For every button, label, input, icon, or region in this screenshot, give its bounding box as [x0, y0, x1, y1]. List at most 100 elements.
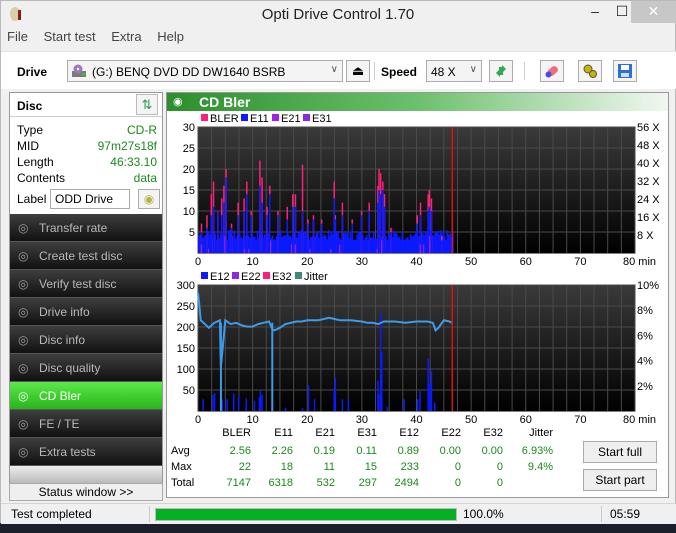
- e11-bar: [206, 227, 208, 253]
- app-window: Opti Drive Control 1.70 – ☐ ✕ File Start…: [0, 0, 676, 524]
- save-button[interactable]: [613, 60, 637, 82]
- stats-row-label: Max: [171, 461, 192, 473]
- legend-label: E31: [312, 113, 332, 125]
- menu-help[interactable]: Help: [157, 29, 184, 44]
- speed-select[interactable]: 48 X ∨: [426, 60, 482, 82]
- y2-tick-label: 6%: [637, 330, 653, 342]
- nav-item-disc-quality[interactable]: ◎ Disc quality: [10, 354, 162, 382]
- settings-button[interactable]: [578, 60, 602, 82]
- y2-tick-label: 8%: [637, 305, 653, 317]
- e11-bar: [312, 219, 315, 253]
- close-button[interactable]: ✕: [631, 1, 676, 23]
- e12-bar: [347, 399, 350, 411]
- nav-item-cd-bler[interactable]: ◎ CD Bler: [10, 382, 162, 410]
- start-part-button[interactable]: Start part: [583, 469, 657, 491]
- e21-bar: [224, 236, 226, 253]
- e11-bar: [250, 215, 252, 253]
- e12-bar: [259, 390, 262, 411]
- menu-start-test[interactable]: Start test: [44, 29, 96, 44]
- y2-tick-label: 24 X: [637, 194, 660, 206]
- e31-bar: [248, 248, 250, 253]
- e31-bar: [376, 248, 378, 253]
- e11-bar: [277, 215, 279, 253]
- e12-bar: [380, 352, 383, 411]
- disc-label-row: Label ODD Drive ◉: [17, 189, 161, 209]
- stats-value: 0: [454, 461, 461, 473]
- legend-label: E22: [241, 271, 261, 283]
- x-tick-label: 40: [410, 414, 422, 426]
- y-tick-label: 20: [183, 164, 195, 176]
- nav-label: Transfer rate: [39, 221, 108, 235]
- nav-item-extra-tests[interactable]: ◎ Extra tests: [10, 438, 162, 466]
- disc-refresh-button[interactable]: ⇅: [136, 94, 158, 115]
- nav-label: CD Bler: [39, 389, 82, 403]
- x-tick-label: 20: [301, 414, 313, 426]
- disc-label-input[interactable]: ODD Drive: [50, 189, 130, 209]
- stats-col-header: E21: [315, 427, 335, 439]
- y2-tick-label: 16 X: [637, 212, 660, 224]
- e11-bar: [261, 202, 263, 253]
- e11-bar: [237, 215, 239, 253]
- y2-tick-label: 2%: [637, 381, 653, 393]
- stats-value: 0.89: [397, 445, 419, 457]
- x-tick-label: 20: [301, 256, 313, 268]
- e12-bar: [419, 390, 421, 411]
- disc-tool-icon: ◎: [18, 305, 29, 319]
- menu-file[interactable]: File: [7, 29, 28, 44]
- e12-bar: [202, 399, 204, 411]
- refresh-speed-button[interactable]: [489, 60, 513, 82]
- cd-icon: ◉: [143, 192, 155, 206]
- nav-item-create-test-disc[interactable]: ◎ Create test disc: [10, 242, 162, 270]
- e12-bar: [334, 377, 337, 411]
- x-tick-label: 80 min: [623, 414, 656, 426]
- e12-bar: [253, 400, 256, 411]
- e11-bar: [430, 211, 433, 253]
- erase-button[interactable]: [540, 60, 564, 82]
- e11-bar: [368, 211, 370, 253]
- eject-button[interactable]: ⏏: [346, 60, 370, 82]
- disc-info-length: Length 46:33.10: [17, 155, 157, 171]
- e11-bar: [307, 223, 309, 253]
- e12-bar: [430, 371, 433, 411]
- e12-bar: [417, 399, 419, 411]
- disc-heading: Disc: [17, 99, 43, 113]
- x-tick-label: 30: [356, 256, 368, 268]
- nav-item-disc-info[interactable]: ◎ Disc info: [10, 326, 162, 354]
- status-divider: [601, 506, 602, 522]
- stats-col-header: Jitter: [529, 427, 553, 439]
- x-tick-label: 70: [574, 414, 586, 426]
- e11-bar: [286, 219, 288, 253]
- y-tick-label: 50: [183, 385, 195, 397]
- nav-item-transfer-rate[interactable]: ◎ Transfer rate: [10, 214, 162, 242]
- nav-label: Extra tests: [39, 445, 96, 459]
- window-title: Opti Drive Control 1.70: [261, 6, 415, 23]
- e12-bar: [433, 402, 436, 411]
- nav-item-fe-te[interactable]: ◎ FE / TE: [10, 410, 162, 438]
- x-tick-label: 10: [247, 256, 259, 268]
- e12-bar: [378, 394, 380, 411]
- legend-swatch: [303, 114, 310, 121]
- menu-bar: File Start test Extra Help: [7, 29, 196, 47]
- status-window-button[interactable]: Status window >>: [9, 483, 163, 501]
- menu-extra[interactable]: Extra: [111, 29, 141, 44]
- y-tick-label: 250: [177, 301, 195, 313]
- y2-tick-label: 32 X: [637, 176, 660, 188]
- nav-label: Verify test disc: [39, 277, 117, 291]
- y2-tick-label: 4%: [637, 356, 653, 368]
- nav-item-drive-info[interactable]: ◎ Drive info: [10, 298, 162, 326]
- nav-label: Drive info: [39, 305, 90, 319]
- nav-label: Create test disc: [39, 249, 123, 263]
- y2-tick-label: 10%: [637, 280, 659, 292]
- legend-swatch: [272, 114, 279, 121]
- e21-bar: [338, 244, 341, 253]
- legend-label: E32: [272, 271, 292, 283]
- y2-tick-label: 48 X: [637, 140, 660, 152]
- progress-bar: [155, 508, 457, 521]
- drive-label: Drive: [17, 65, 48, 79]
- start-full-button[interactable]: Start full: [583, 441, 657, 463]
- disc-label-button[interactable]: ◉: [138, 189, 160, 209]
- e11-bar: [243, 211, 245, 253]
- nav-item-verify-test-disc[interactable]: ◎ Verify test disc: [10, 270, 162, 298]
- drive-select[interactable]: (G:) BENQ DVD DD DW1640 BSRB ∨: [67, 60, 343, 82]
- legend-label: BLER: [210, 113, 239, 125]
